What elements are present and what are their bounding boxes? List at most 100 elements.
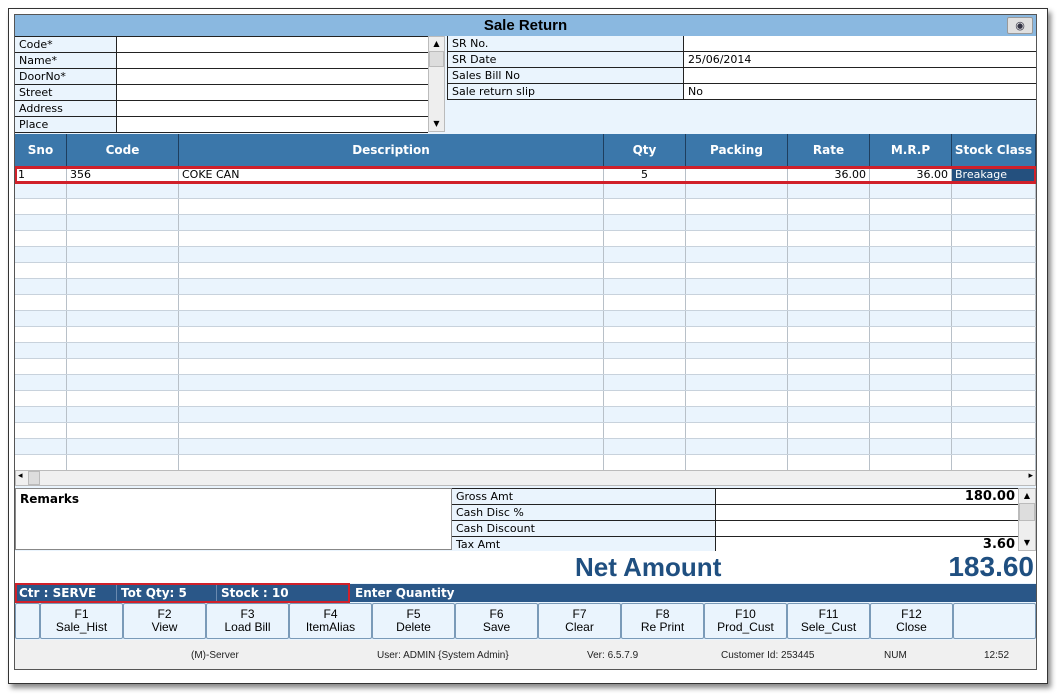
cell[interactable]: [870, 199, 952, 214]
column-header[interactable]: Sno: [15, 134, 67, 167]
column-header[interactable]: Rate: [788, 134, 870, 167]
customer-form-scrollbar[interactable]: ▲ ▼: [428, 36, 445, 132]
cell[interactable]: [15, 407, 67, 422]
empty-row[interactable]: [15, 231, 1036, 247]
scroll-down-icon[interactable]: ▼: [1019, 536, 1035, 550]
cell[interactable]: [952, 423, 1036, 438]
cell[interactable]: [686, 215, 788, 230]
cell[interactable]: [686, 327, 788, 342]
cell[interactable]: [952, 327, 1036, 342]
empty-row[interactable]: [15, 311, 1036, 327]
cell[interactable]: [952, 359, 1036, 374]
cell[interactable]: [686, 439, 788, 454]
cell[interactable]: [15, 423, 67, 438]
empty-row[interactable]: [15, 439, 1036, 455]
cell[interactable]: [788, 343, 870, 358]
cell[interactable]: [788, 439, 870, 454]
cell[interactable]: [15, 199, 67, 214]
cell[interactable]: [604, 391, 686, 406]
fkey-button-f4[interactable]: F4 ItemAlias: [289, 603, 372, 639]
cell[interactable]: [952, 311, 1036, 326]
cell[interactable]: [952, 407, 1036, 422]
cell[interactable]: [952, 215, 1036, 230]
cell[interactable]: [67, 215, 179, 230]
empty-row[interactable]: [15, 215, 1036, 231]
cell[interactable]: [870, 359, 952, 374]
cell[interactable]: [15, 359, 67, 374]
fkey-button-f7[interactable]: F7 Clear: [538, 603, 621, 639]
empty-row[interactable]: [15, 391, 1036, 407]
cell[interactable]: [952, 391, 1036, 406]
field-input[interactable]: 25/06/2014: [684, 52, 1036, 67]
cell[interactable]: [604, 295, 686, 310]
cell[interactable]: [179, 215, 604, 230]
cell[interactable]: [604, 199, 686, 214]
cell[interactable]: [67, 343, 179, 358]
cell[interactable]: [67, 423, 179, 438]
scroll-up-icon[interactable]: ▲: [1019, 489, 1035, 503]
cell[interactable]: [952, 279, 1036, 294]
empty-row[interactable]: [15, 295, 1036, 311]
cell-qty[interactable]: 5: [604, 167, 686, 182]
cell[interactable]: [952, 295, 1036, 310]
cell-mrp[interactable]: 36.00: [870, 167, 952, 182]
cell[interactable]: [67, 439, 179, 454]
cell[interactable]: [788, 455, 870, 470]
field-input[interactable]: [684, 68, 1036, 83]
cell[interactable]: [788, 311, 870, 326]
column-header[interactable]: Packing: [686, 134, 788, 167]
fkey-button-f1[interactable]: F1 Sale_Hist: [40, 603, 123, 639]
cell[interactable]: [604, 327, 686, 342]
cell[interactable]: [15, 263, 67, 278]
cell[interactable]: [686, 423, 788, 438]
cell[interactable]: [686, 263, 788, 278]
fkey-button-f8[interactable]: F8 Re Print: [621, 603, 704, 639]
cell[interactable]: [870, 327, 952, 342]
cell[interactable]: [686, 311, 788, 326]
cell[interactable]: [952, 455, 1036, 470]
cell[interactable]: [179, 279, 604, 294]
cell[interactable]: [952, 343, 1036, 358]
cell[interactable]: [686, 359, 788, 374]
cell[interactable]: [179, 407, 604, 422]
cell[interactable]: [870, 391, 952, 406]
cell[interactable]: [15, 183, 67, 198]
field-input[interactable]: [684, 36, 1036, 51]
field-input[interactable]: [117, 37, 428, 52]
scroll-thumb[interactable]: [1019, 503, 1035, 521]
field-input[interactable]: [117, 101, 428, 116]
cell[interactable]: [952, 231, 1036, 246]
cell[interactable]: [179, 247, 604, 262]
cell[interactable]: [15, 375, 67, 390]
cell[interactable]: [686, 391, 788, 406]
cell[interactable]: [952, 199, 1036, 214]
cell[interactable]: [67, 359, 179, 374]
cell[interactable]: [604, 407, 686, 422]
cell[interactable]: [15, 279, 67, 294]
cell[interactable]: [67, 183, 179, 198]
cell[interactable]: [686, 343, 788, 358]
cell[interactable]: [952, 183, 1036, 198]
cell[interactable]: [179, 423, 604, 438]
cell[interactable]: [179, 263, 604, 278]
cell[interactable]: [67, 311, 179, 326]
cell[interactable]: [686, 455, 788, 470]
cell[interactable]: [179, 375, 604, 390]
empty-row[interactable]: [15, 183, 1036, 199]
cell[interactable]: [952, 247, 1036, 262]
scroll-down-icon[interactable]: ▼: [429, 117, 444, 131]
cell[interactable]: [15, 215, 67, 230]
cell[interactable]: [604, 247, 686, 262]
fkey-button-f5[interactable]: F5 Delete: [372, 603, 455, 639]
empty-row[interactable]: [15, 359, 1036, 375]
totals-value[interactable]: [716, 521, 1018, 536]
field-input[interactable]: [117, 53, 428, 68]
column-header[interactable]: M.R.P: [870, 134, 952, 167]
empty-row[interactable]: [15, 423, 1036, 439]
cell[interactable]: [952, 375, 1036, 390]
cell[interactable]: [604, 215, 686, 230]
cell-code[interactable]: 356: [67, 167, 179, 182]
empty-row[interactable]: [15, 407, 1036, 423]
empty-row[interactable]: [15, 279, 1036, 295]
cell[interactable]: [15, 231, 67, 246]
